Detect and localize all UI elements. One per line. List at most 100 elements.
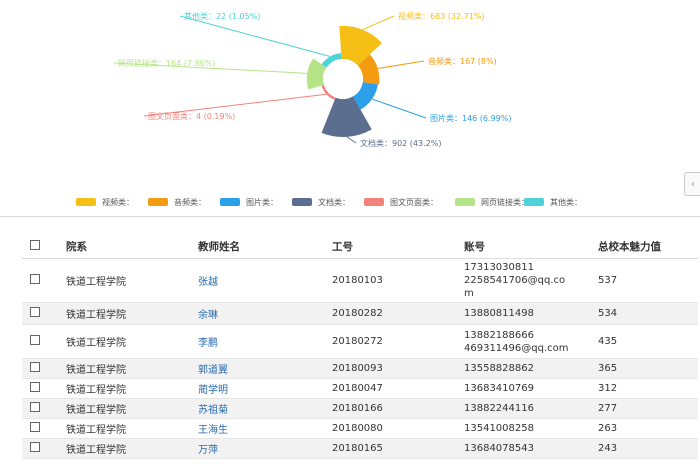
- teacher-name-link[interactable]: 李鹏: [198, 338, 218, 349]
- teacher-name-link[interactable]: 苏祖菊: [198, 405, 228, 416]
- legend-label: 文档类：: [318, 197, 350, 207]
- cell-dept: 铁道工程学院: [66, 438, 198, 459]
- cell-score: 537: [598, 258, 698, 303]
- row-checkbox[interactable]: [30, 382, 40, 392]
- chart-legend: 视频类： 音频类： 图片类： 文档类： 图文页面类： 网页链接类： 其他类：: [0, 196, 700, 210]
- account-text: 13541008258: [464, 422, 598, 435]
- cell-teacher-name: 王海生: [198, 418, 332, 439]
- chart-center-hole: [323, 59, 363, 99]
- legend-item[interactable]: 视频类：: [76, 196, 134, 208]
- legend-swatch: [148, 198, 168, 206]
- legend-label: 网页链接类：: [481, 197, 529, 207]
- account-text: 13683410769: [464, 382, 598, 395]
- legend-item[interactable]: 图片类：: [220, 196, 278, 208]
- cell-score: 263: [598, 418, 698, 439]
- table-header-row: 院系 教师姓名 工号 账号 总校本魅力值: [22, 234, 698, 259]
- slice-label: 图片类：146 (6.99%): [430, 113, 511, 123]
- account-text: 13684078543: [464, 442, 598, 455]
- cell-account: 13882188666 469311496@qq.com: [464, 324, 598, 359]
- teacher-name-link[interactable]: 王海生: [198, 425, 228, 436]
- cell-staff-id: 20180080: [332, 418, 464, 439]
- chart-panel: 视频类：683 (32.71%) 音频类：167 (8%) 图片类：146 (6.9…: [0, 0, 700, 215]
- row-checkbox[interactable]: [30, 422, 40, 432]
- slice-label: 网页链接类：164 (7.86%): [118, 58, 215, 68]
- cell-teacher-name: 张越: [198, 258, 332, 303]
- legend-label: 视频类：: [102, 197, 134, 207]
- account-line: 13541008258: [464, 423, 534, 434]
- table-row[interactable]: 铁道工程学院 郭道翼 20180093 13558828862 365: [22, 358, 698, 379]
- slice-leader-line: [179, 15, 331, 57]
- column-header-teacher-name[interactable]: 教师姓名: [198, 234, 332, 259]
- cell-dept: 铁道工程学院: [66, 302, 198, 325]
- legend-label: 图片类：: [246, 197, 278, 207]
- row-select-cell: [22, 324, 66, 359]
- column-header-score[interactable]: 总校本魅力值: [598, 234, 698, 259]
- teacher-name-link[interactable]: 郭道翼: [198, 365, 228, 376]
- table-row[interactable]: 铁道工程学院 余琳 20180282 13880811498 534: [22, 302, 698, 325]
- row-select-cell: [22, 378, 66, 399]
- column-header-staff-id[interactable]: 工号: [332, 234, 464, 259]
- cell-staff-id: 20180165: [332, 438, 464, 459]
- slice-leader-line: [377, 60, 425, 69]
- teacher-name-link[interactable]: 余琳: [198, 310, 218, 321]
- column-header-account[interactable]: 账号: [464, 234, 598, 259]
- cell-staff-id: 20180093: [332, 358, 464, 379]
- legend-swatch: [364, 198, 384, 206]
- slice-label: 其他类：22 (1.05%): [184, 11, 260, 21]
- legend-item[interactable]: 网页链接类：: [455, 196, 529, 208]
- cell-staff-id: 20180166: [332, 398, 464, 419]
- cell-score: 243: [598, 438, 698, 459]
- legend-swatch: [220, 198, 240, 206]
- row-select-cell: [22, 438, 66, 459]
- legend-item[interactable]: 音频类：: [148, 196, 206, 208]
- cell-score: 277: [598, 398, 698, 419]
- row-checkbox[interactable]: [30, 402, 40, 412]
- account-line: 2258541706@qq.co: [464, 275, 566, 286]
- row-checkbox[interactable]: [30, 307, 40, 317]
- cell-staff-id: 20180103: [332, 258, 464, 303]
- row-checkbox[interactable]: [30, 362, 40, 372]
- cell-staff-id: 20180047: [332, 378, 464, 399]
- legend-item[interactable]: 其他类：: [524, 196, 582, 208]
- slice-label: 视频类：683 (32.71%): [398, 11, 485, 21]
- table-row[interactable]: 铁道工程学院 苏祖菊 20180166 13882244116 277: [22, 398, 698, 419]
- cell-dept: 铁道工程学院: [66, 324, 198, 359]
- account-line: 13683410769: [464, 383, 534, 394]
- row-checkbox[interactable]: [30, 442, 40, 452]
- row-checkbox[interactable]: [30, 274, 40, 284]
- cell-teacher-name: 郭道翼: [198, 358, 332, 379]
- teacher-name-link[interactable]: 蔺学明: [198, 385, 228, 396]
- row-select-cell: [22, 258, 66, 303]
- cell-dept: 铁道工程学院: [66, 418, 198, 439]
- row-checkbox[interactable]: [30, 335, 40, 345]
- table-row[interactable]: 铁道工程学院 万萍 20180165 13684078543 243: [22, 438, 698, 459]
- account-line: 13880811498: [464, 308, 534, 319]
- table-row[interactable]: 铁道工程学院 李鹏 20180272 13882188666 469311496@qq.…: [22, 324, 698, 359]
- cell-teacher-name: 蔺学明: [198, 378, 332, 399]
- collapse-toggle-button[interactable]: ‹: [684, 172, 700, 196]
- legend-label: 图文页面类：: [390, 197, 438, 207]
- row-select-cell: [22, 302, 66, 325]
- table-row[interactable]: 铁道工程学院 蔺学明 20180047 13683410769 312: [22, 378, 698, 399]
- column-header-dept[interactable]: 院系: [66, 234, 198, 259]
- teacher-name-link[interactable]: 万萍: [198, 445, 218, 456]
- select-all-checkbox[interactable]: [30, 239, 40, 250]
- slice-label: 文档类：902 (43.2%): [360, 138, 441, 148]
- cell-teacher-name: 苏祖菊: [198, 398, 332, 419]
- account-line: 13558828862: [464, 363, 534, 374]
- row-select-cell: [22, 398, 66, 419]
- table-row[interactable]: 铁道工程学院 张越 20180103 17313030811 2258541706@qq…: [22, 258, 698, 303]
- legend-item[interactable]: 文档类：: [292, 196, 350, 208]
- legend-item[interactable]: 图文页面类：: [364, 196, 438, 208]
- account-line: 13882244116: [464, 403, 534, 414]
- legend-swatch: [292, 198, 312, 206]
- cell-dept: 铁道工程学院: [66, 398, 198, 419]
- cell-score: 365: [598, 358, 698, 379]
- cell-account: 13558828862: [464, 358, 598, 379]
- table-row[interactable]: 铁道工程学院 王海生 20180080 13541008258 263: [22, 418, 698, 439]
- cell-account: 13683410769: [464, 378, 598, 399]
- teacher-name-link[interactable]: 张越: [198, 277, 218, 288]
- cell-account: 13684078543: [464, 438, 598, 459]
- cell-account: 13541008258: [464, 418, 598, 439]
- legend-label: 其他类：: [550, 197, 582, 207]
